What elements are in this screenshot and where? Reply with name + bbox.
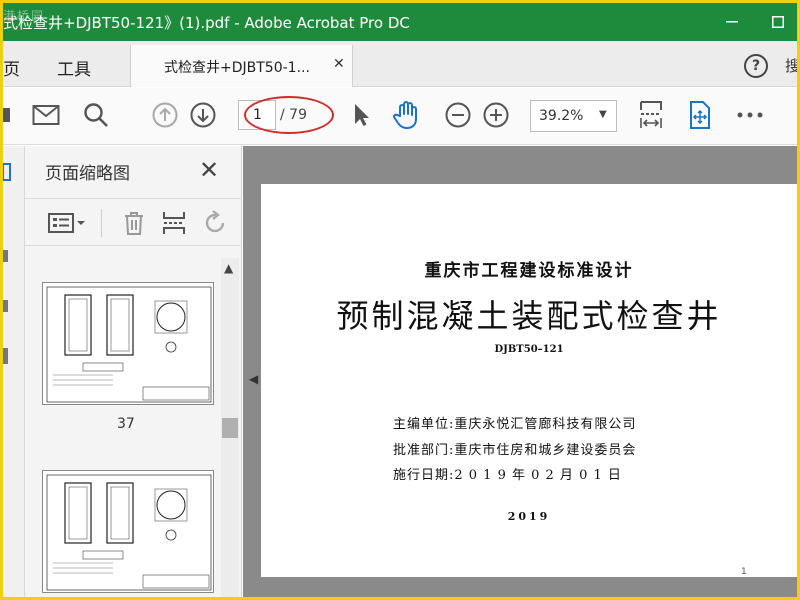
document-view[interactable]: ◀ 重庆市工程建设标准设计 预制混凝土装配式检查井 DJBT50–121 主编单… (243, 146, 797, 597)
minus-circle-icon (445, 102, 471, 128)
thumbnail-list: 37 (25, 258, 223, 597)
minimize-icon (726, 21, 738, 23)
zoom-level-value: 39.2% (539, 108, 584, 124)
collapse-panel-icon[interactable]: ◀ (249, 372, 258, 386)
attachments-nav-icon[interactable] (3, 296, 13, 318)
insert-pages-button[interactable] (159, 209, 189, 237)
bookmarks-nav-icon[interactable] (3, 246, 13, 268)
full-screen-page-icon (690, 101, 710, 129)
arrow-down-circle-icon (190, 102, 216, 128)
save-icon-partial[interactable] (3, 101, 21, 129)
insert-page-icon (163, 212, 185, 234)
email-button[interactable] (32, 101, 60, 129)
search-icon (84, 103, 108, 127)
maximize-button[interactable] (755, 3, 797, 41)
tab-tools[interactable]: 工具 (57, 55, 91, 80)
page-thumbnails-nav-icon[interactable] (3, 162, 13, 184)
technical-drawing-thumbnail (46, 286, 212, 403)
thumbnail-scrollbar[interactable]: ▲ (221, 258, 239, 597)
effective-date-line: 施行日期:2 0 1 9 年 0 2 月 0 1 日 (393, 468, 622, 483)
title-bar: 港桥园 式检查井+DJBT50-121》(1).pdf - Adobe Acro… (3, 3, 797, 41)
help-icon[interactable]: ? (744, 54, 768, 78)
zoom-in-button[interactable] (482, 101, 510, 129)
select-tool-button[interactable] (347, 101, 375, 129)
page-thumbnails-panel: 页面缩略图 ✕ 37 ▲ (25, 146, 242, 597)
previous-page-button[interactable] (151, 101, 179, 129)
document-tab[interactable]: 式检查井+DJBT50-1... ✕ (130, 45, 353, 87)
navigation-rail (3, 146, 25, 597)
maximize-icon (772, 16, 784, 28)
rotate-pages-button[interactable] (201, 209, 231, 237)
document-code: DJBT50–121 (494, 344, 564, 355)
plus-circle-icon (483, 102, 509, 128)
panel-title: 页面缩略图 (45, 164, 130, 184)
search-button[interactable] (82, 101, 110, 129)
red-annotation-ellipse (244, 96, 334, 134)
rotate-icon (205, 210, 225, 233)
more-horizontal-icon (737, 112, 763, 118)
panel-toolbar (25, 198, 242, 246)
page-footer-number: 1 (741, 567, 747, 577)
editor-unit-line: 主编单位:重庆永悦汇管廊科技有限公司 (393, 417, 637, 432)
more-tools-button[interactable] (736, 101, 764, 129)
zoom-level-select[interactable]: 39.2% ▼ (530, 100, 617, 132)
document-tab-label: 式检查井+DJBT50-1... (164, 60, 310, 76)
document-year: 2019 (507, 510, 551, 523)
approver-line: 批准部门:重庆市住房和城乡建设委员会 (393, 443, 637, 458)
thumbnail-options-button[interactable] (45, 209, 89, 237)
technical-drawing-thumbnail (46, 474, 212, 591)
hand-tool-button[interactable] (393, 101, 421, 129)
toolbar-divider (101, 209, 102, 237)
zoom-out-button[interactable] (444, 101, 472, 129)
document-subtitle: 重庆市工程建设标准设计 (424, 261, 634, 281)
window-title: 式检查井+DJBT50-121》(1).pdf - Adobe Acrobat … (3, 14, 410, 32)
delete-pages-button[interactable] (119, 209, 149, 237)
arrow-up-circle-icon (152, 102, 178, 128)
next-page-button[interactable] (189, 101, 217, 129)
layers-nav-icon[interactable] (3, 346, 13, 368)
thumbnail-page-number: 37 (117, 416, 135, 432)
scrollbar-thumb[interactable] (222, 418, 238, 438)
minimize-button[interactable] (709, 3, 755, 41)
mail-icon (32, 105, 60, 125)
document-title: 预制混凝土装配式检查井 (336, 297, 722, 335)
chevron-down-icon: ▼ (599, 109, 607, 120)
full-screen-button[interactable] (686, 101, 714, 129)
page-thumbnail[interactable] (42, 470, 214, 593)
cursor-arrow-icon (355, 104, 369, 126)
main-toolbar: 1 / 79 39.2% ▼ (3, 88, 797, 145)
fit-width-icon (640, 101, 662, 128)
page-thumbnail[interactable] (42, 282, 214, 405)
tab-home[interactable]: 页 (3, 55, 20, 80)
trash-icon (125, 212, 143, 235)
search-tab-partial[interactable]: 搜 (785, 55, 797, 76)
fit-page-button[interactable] (637, 101, 665, 129)
chevron-up-icon[interactable]: ▲ (224, 261, 233, 275)
tab-bar: 页 工具 式检查井+DJBT50-1... ✕ ? 搜 (3, 41, 797, 87)
close-tab-icon[interactable]: ✕ (333, 56, 345, 72)
options-menu-icon (48, 213, 85, 233)
partial-tool-icon (3, 108, 10, 122)
hand-icon (393, 101, 417, 129)
app-window: 港桥园 式检查井+DJBT50-121》(1).pdf - Adobe Acro… (3, 3, 797, 597)
close-panel-icon[interactable]: ✕ (199, 156, 219, 184)
pdf-page: 重庆市工程建设标准设计 预制混凝土装配式检查井 DJBT50–121 主编单位:… (261, 184, 797, 577)
